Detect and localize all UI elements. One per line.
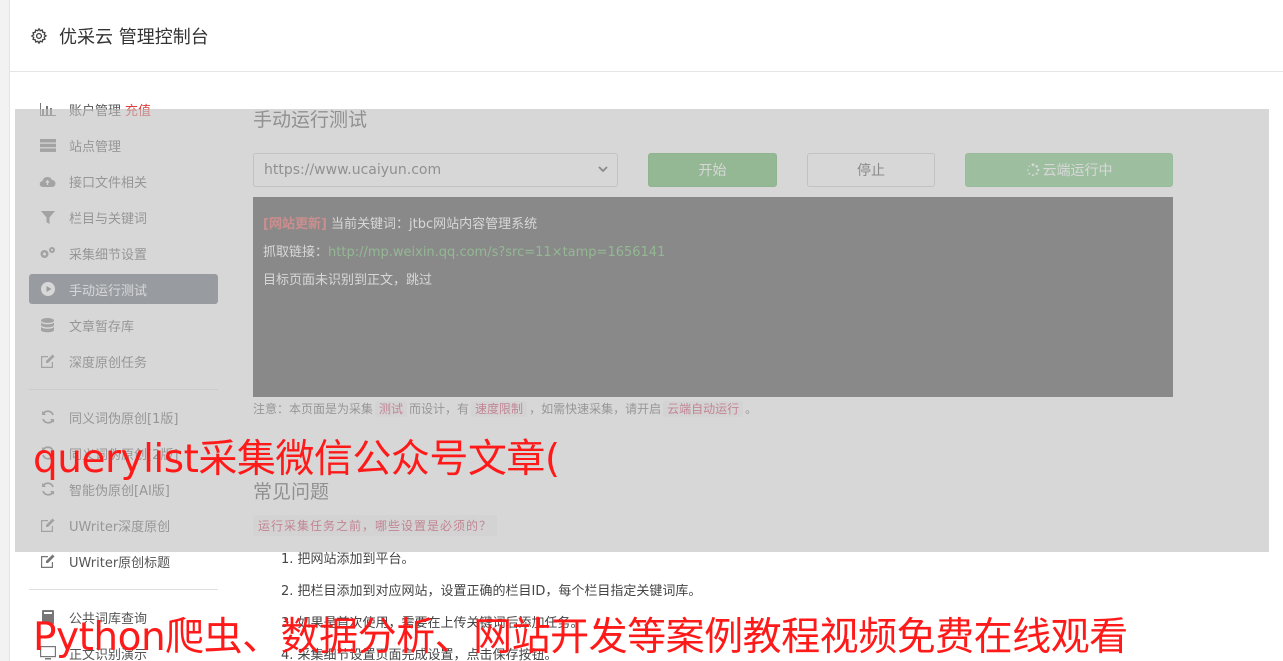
site-select-value: https://www.ucaiyun.com — [264, 162, 442, 178]
refresh-icon — [39, 410, 56, 424]
start-button[interactable]: 开始 — [648, 153, 777, 187]
cloud-upload-icon — [39, 174, 56, 188]
gear-icon — [30, 27, 48, 44]
log-label: 抓取链接： — [263, 245, 329, 260]
edit-icon — [39, 554, 56, 568]
sidebar-item-interface-files[interactable]: 接口文件相关 — [29, 166, 218, 196]
notice-code: 测试 — [375, 401, 408, 417]
sidebar-item-label: 站点管理 — [69, 139, 122, 155]
watermark-subtitle: Python爬虫、数据分析、网站开发等案例教程视频免费在线观看 — [33, 615, 1128, 660]
sidebar-divider — [29, 589, 218, 590]
sidebar-item-uwriter-title[interactable]: UWriter原创标题 — [29, 546, 218, 576]
page-title: 优采云 管理控制台 — [59, 26, 209, 48]
sidebar-item-label: 同义词伪原创[1版] — [69, 411, 179, 427]
sidebar-item-label: 栏目与关键词 — [69, 211, 148, 227]
edit-icon — [39, 354, 56, 368]
sidebar-item-deep-original[interactable]: 深度原创任务 — [29, 346, 218, 376]
notice-part: 。 — [745, 402, 758, 416]
refresh-icon — [39, 482, 56, 496]
gears-icon — [39, 246, 56, 260]
notice-code: 云端自动运行 — [663, 401, 744, 417]
sidebar-item-columns-keywords[interactable]: 栏目与关键词 — [29, 202, 218, 232]
sidebar-item-label: UWriter深度原创 — [69, 519, 171, 535]
notice-part: 而设计，有 — [409, 402, 470, 416]
log-line: [网站更新] 当前关键词：jtbc网站内容管理系统 — [263, 211, 1163, 239]
sidebar-item-label: 接口文件相关 — [69, 175, 148, 191]
sidebar-item-manual-run[interactable]: 手动运行测试 — [29, 274, 218, 304]
sidebar-item-sites[interactable]: 站点管理 — [29, 130, 218, 160]
sidebar-item-label: 采集细节设置 — [69, 247, 148, 263]
sidebar-item-account[interactable]: 账户管理 充值 — [29, 94, 218, 124]
notice-part: ，如需快速采集，请开启 — [529, 402, 662, 416]
notice-code: 速度限制 — [471, 401, 528, 417]
control-row: https://www.ucaiyun.com 开始 停止 云端运行中 — [253, 153, 1173, 187]
server-icon — [39, 138, 56, 152]
notice-text: 注意：本页面是为采集 测试 而设计，有 速度限制 ，如需快速采集，请开启 云端自动运行。 — [253, 400, 757, 417]
sidebar-item-label: 深度原创任务 — [69, 355, 148, 371]
sidebar-item-label: 文章暂存库 — [69, 319, 135, 335]
section-title-manual-run: 手动运行测试 — [253, 109, 368, 131]
log-link[interactable]: http://mp.weixin.qq.com/s?src=11×tamp=16… — [328, 245, 665, 260]
recharge-link[interactable]: 充值 — [125, 100, 151, 119]
log-text: 当前关键词：jtbc网站内容管理系统 — [331, 217, 538, 232]
log-console: [网站更新] 当前关键词：jtbc网站内容管理系统 抓取链接：http://mp… — [253, 197, 1173, 397]
sidebar-item-uwriter-deep[interactable]: UWriter深度原创 — [29, 510, 218, 540]
sidebar-item-label: 手动运行测试 — [69, 283, 148, 299]
cloud-running-button[interactable]: 云端运行中 — [965, 153, 1173, 187]
site-select[interactable]: https://www.ucaiyun.com — [253, 153, 618, 187]
log-tag: [网站更新] — [263, 217, 327, 232]
chevron-down-icon — [598, 166, 608, 173]
spinner-icon — [1026, 163, 1039, 177]
notice-part: 注意：本页面是为采集 — [253, 402, 374, 416]
watermark-title: querylist采集微信公众号文章( — [33, 437, 560, 482]
sidebar-item-label: UWriter原创标题 — [69, 555, 171, 571]
log-line: 抓取链接：http://mp.weixin.qq.com/s?src=11×ta… — [263, 239, 1163, 267]
filter-icon — [39, 210, 56, 224]
sidebar: 账户管理 充值 站点管理 接口文件相关 栏目与关键词 采集细节设置 手动运行测试… — [29, 94, 218, 661]
database-icon — [39, 317, 56, 332]
stop-button[interactable]: 停止 — [807, 153, 935, 187]
log-line: 目标页面未识别到正文，跳过 — [263, 273, 433, 288]
sidebar-item-collect-settings[interactable]: 采集细节设置 — [29, 238, 218, 268]
sidebar-divider — [29, 389, 218, 390]
sidebar-item-article-storage[interactable]: 文章暂存库 — [29, 310, 218, 340]
header: 优采云 管理控制台 — [10, 0, 1283, 72]
cloud-running-label: 云端运行中 — [1042, 163, 1113, 179]
sidebar-item-label: 账户管理 — [69, 103, 122, 119]
play-circle-icon — [39, 282, 56, 296]
bar-chart-icon — [39, 102, 56, 116]
faq-item: 1. 把网站添加到平台。 — [281, 552, 415, 567]
faq-question: 运行采集任务之前，哪些设置是必须的？ — [253, 515, 498, 536]
edit-icon — [39, 518, 56, 532]
